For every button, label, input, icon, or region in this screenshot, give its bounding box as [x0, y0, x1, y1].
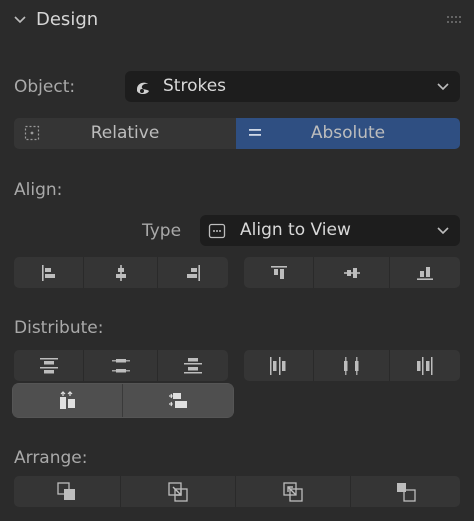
distribute-spacing-group: [12, 383, 234, 418]
bring-to-front-button[interactable]: [14, 476, 121, 507]
absolute-button[interactable]: Absolute: [236, 118, 460, 149]
object-value: Strokes: [163, 76, 227, 96]
align-vertical-group: [244, 257, 460, 288]
align-left-button[interactable]: [14, 257, 84, 288]
align-left-icon: [41, 264, 55, 281]
chevron-down-icon: [437, 227, 449, 235]
distribute-vertical-spacing-button[interactable]: [13, 384, 123, 417]
send-to-back-icon: [396, 482, 416, 502]
distribute-left-button[interactable]: [244, 350, 314, 381]
align-right-icon: [187, 264, 200, 281]
distribute-center-horizontal-button[interactable]: [314, 350, 390, 381]
send-backward-icon: [283, 481, 303, 502]
arrange-group: [14, 476, 460, 507]
distribute-center-horizontal-icon: [343, 356, 358, 375]
drag-handle-icon[interactable]: [446, 15, 462, 25]
align-center-horizontal-icon: [115, 264, 126, 281]
align-bottom-button[interactable]: [390, 257, 460, 288]
view-icon: [208, 223, 226, 239]
strokes-icon: [137, 82, 149, 94]
align-type-value: Align to View: [240, 220, 351, 240]
chevron-down-icon[interactable]: [13, 13, 27, 27]
bring-forward-icon: [168, 481, 188, 502]
align-label: Align:: [14, 180, 63, 200]
align-center-horizontal-button[interactable]: [84, 257, 158, 288]
distribute-horizontal-group: [244, 350, 460, 381]
distribute-center-vertical-button[interactable]: [84, 350, 158, 381]
panel-header[interactable]: Design: [0, 0, 474, 44]
arrange-label: Arrange:: [14, 448, 88, 468]
send-to-back-button[interactable]: [351, 476, 460, 507]
absolute-label: Absolute: [310, 123, 386, 143]
distribute-horizontal-spacing-button[interactable]: [123, 384, 233, 417]
align-right-button[interactable]: [158, 257, 228, 288]
align-horizontal-group: [14, 257, 228, 288]
distribute-left-icon: [269, 356, 285, 375]
distribute-center-vertical-icon: [111, 358, 130, 372]
distribute-label: Distribute:: [14, 318, 104, 338]
distribute-horizontal-spacing-icon: [169, 392, 187, 408]
distribute-right-button[interactable]: [390, 350, 460, 381]
align-center-vertical-button[interactable]: [314, 257, 390, 288]
distribute-top-icon: [39, 357, 58, 373]
distribute-right-icon: [417, 356, 433, 375]
object-dropdown[interactable]: Strokes: [125, 71, 460, 102]
align-type-dropdown[interactable]: Align to View: [200, 215, 460, 246]
distribute-top-button[interactable]: [14, 350, 84, 381]
panel-title: Design: [36, 9, 99, 30]
bring-to-front-icon: [57, 481, 75, 500]
design-panel: Design Object: Strokes Relative Absolute…: [0, 0, 474, 521]
object-label: Object:: [14, 77, 76, 97]
space-toggle: Relative Absolute: [14, 118, 460, 149]
bring-forward-button[interactable]: [121, 476, 236, 507]
distribute-bottom-button[interactable]: [158, 350, 228, 381]
distribute-vertical-group: [14, 350, 228, 381]
distribute-vertical-spacing-icon: [59, 390, 75, 409]
distribute-bottom-icon: [184, 357, 202, 373]
relative-button[interactable]: Relative: [14, 118, 236, 149]
align-center-vertical-icon: [343, 267, 360, 278]
align-top-button[interactable]: [244, 257, 314, 288]
align-bottom-icon: [417, 266, 433, 280]
send-backward-button[interactable]: [236, 476, 351, 507]
chevron-down-icon: [437, 83, 449, 91]
align-top-icon: [270, 265, 287, 279]
type-label: Type: [142, 221, 182, 241]
relative-label: Relative: [90, 123, 160, 143]
